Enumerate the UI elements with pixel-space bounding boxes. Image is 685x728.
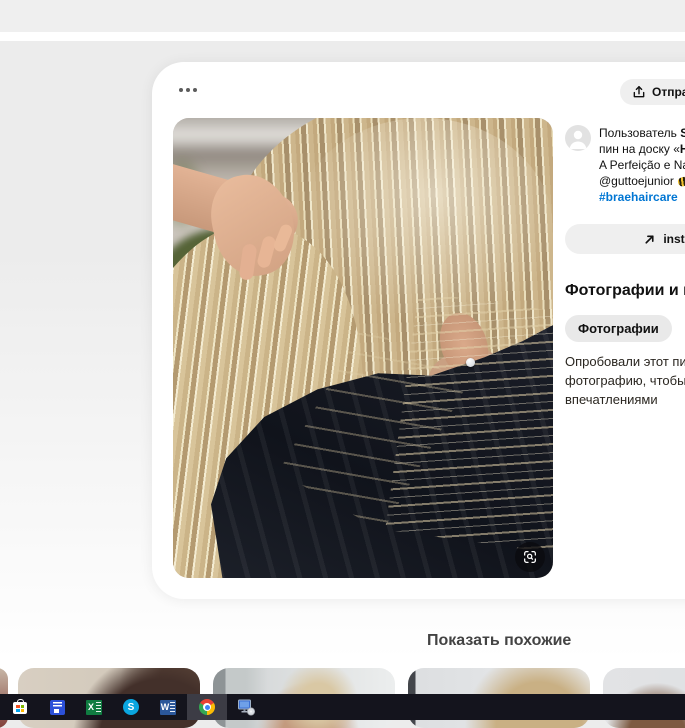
prompt-line: Опробовали этот пин? Добавьте <box>565 354 685 369</box>
bee-emoji <box>677 176 685 188</box>
taskbar-floppy-app[interactable] <box>38 694 76 720</box>
show-similar-heading: Показать похожие <box>427 632 571 650</box>
pin-image[interactable] <box>173 118 553 578</box>
visual-search-lens-icon <box>522 549 538 565</box>
person-silhouette-icon <box>565 125 591 151</box>
avatar[interactable] <box>565 125 591 151</box>
computer-icon <box>237 699 256 716</box>
ellipsis-icon <box>186 88 190 92</box>
page-top-strip <box>0 32 685 41</box>
comments-section-heading: Фотографии и комментарии <box>565 282 685 300</box>
attribution-board-name: Н <box>680 142 685 156</box>
skype-icon: S <box>123 699 139 715</box>
attribution-line2: пин на доску « <box>599 142 680 156</box>
visual-search-lens-button[interactable] <box>515 542 545 572</box>
mention-handle: @guttoejunior <box>599 174 674 188</box>
taskbar-my-computer[interactable] <box>227 694 265 720</box>
ellipsis-icon <box>179 88 183 92</box>
taskbar-word[interactable]: W <box>149 694 187 720</box>
excel-icon: X <box>86 700 102 715</box>
word-icon: W <box>160 700 176 715</box>
hashtag-link[interactable]: #braehaircare <box>599 190 678 204</box>
ellipsis-icon <box>193 88 197 92</box>
tab-photos[interactable]: Фотографии <box>565 315 672 342</box>
comments-tabs: Фотографии Комментарии <box>565 315 685 342</box>
try-pin-prompt: Опробовали этот пин? Добавьте фотографию… <box>565 352 685 409</box>
arrow-north-east-icon <box>643 233 656 246</box>
attribution-line1: Пользователь <box>599 126 680 140</box>
share-icon <box>632 85 646 99</box>
browser-chrome-area <box>0 0 685 32</box>
photo-pearl-earring <box>466 358 475 367</box>
taskbar-skype[interactable]: S <box>112 694 150 720</box>
windows-taskbar: X S W <box>0 694 685 720</box>
prompt-line: фотографию, чтобы поделиться <box>565 373 685 388</box>
more-options-button[interactable] <box>170 78 206 102</box>
attribution-block: Пользователь S пин на доску «Н A Perfeiç… <box>565 125 685 205</box>
microsoft-store-icon <box>12 699 28 715</box>
taskbar-microsoft-store[interactable] <box>1 694 39 720</box>
visit-site-label: instagram.com <box>663 232 685 246</box>
visit-site-button[interactable]: instagram.com <box>565 224 685 254</box>
send-button-label: Отправить <box>652 85 685 99</box>
pin-closeup-card: Отправить <box>152 62 685 599</box>
floppy-disk-icon <box>50 700 65 715</box>
send-button[interactable]: Отправить <box>620 79 685 105</box>
prompt-line: впечатлениями <box>565 392 658 407</box>
taskbar-excel[interactable]: X <box>75 694 113 720</box>
pin-description: A Perfeição e Nat <box>599 158 685 172</box>
attribution-text: Пользователь S пин на доску «Н A Perfeiç… <box>599 125 685 205</box>
chrome-icon <box>199 699 215 715</box>
taskbar-chrome[interactable] <box>187 694 227 720</box>
attribution-user-name: S <box>680 126 685 140</box>
